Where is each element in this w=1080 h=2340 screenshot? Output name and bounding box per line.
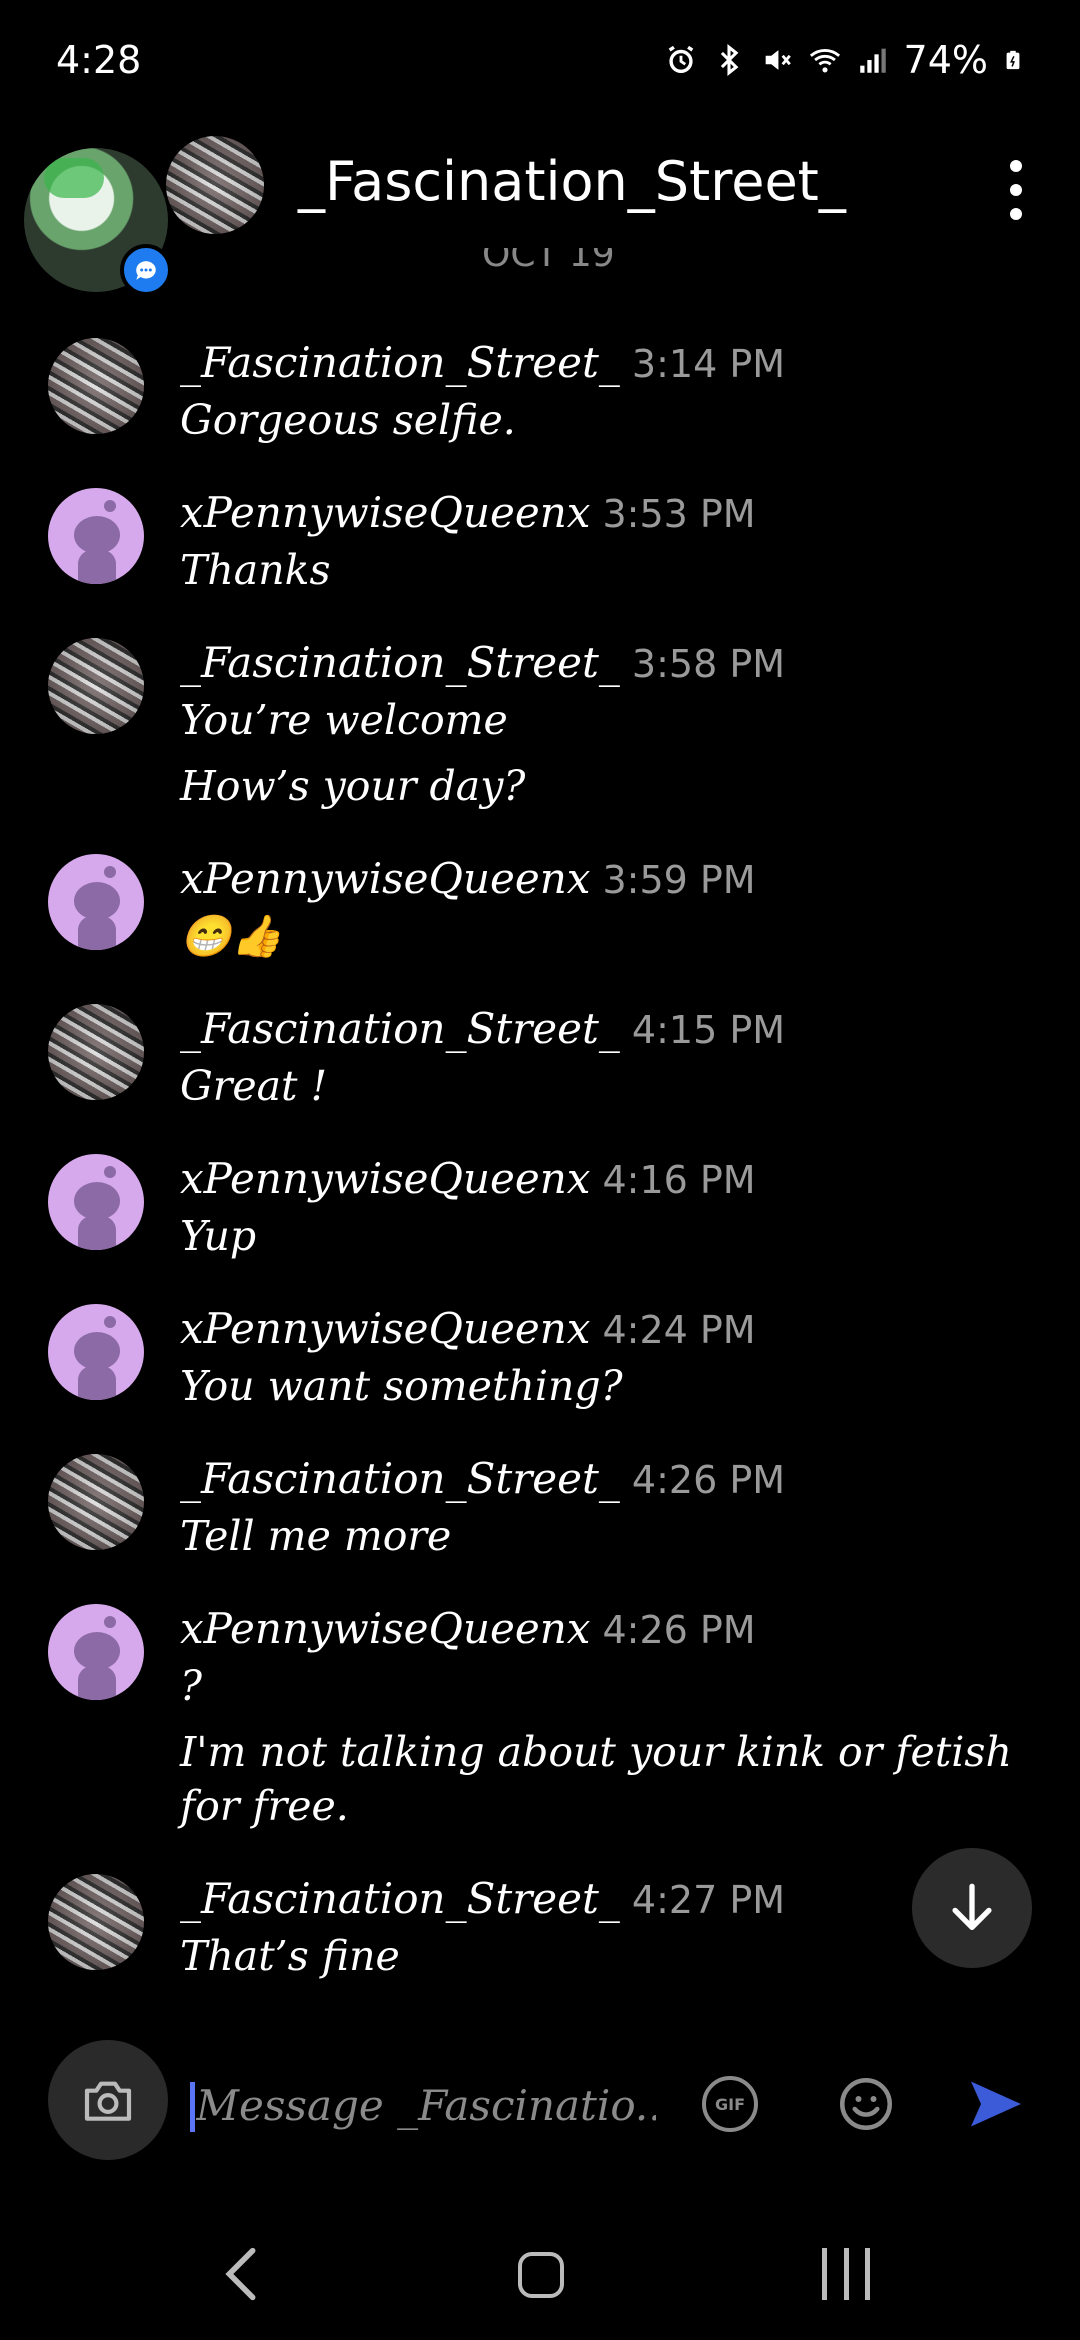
avatar[interactable]	[48, 1874, 144, 1970]
message-time: 3:59 PM	[602, 858, 756, 902]
message-username[interactable]: _Fascination_Street_	[180, 1004, 620, 1053]
status-icons: 74%	[664, 38, 1024, 82]
message-text: Yup	[180, 1212, 257, 1260]
avatar[interactable]	[48, 1604, 144, 1700]
message-input[interactable]	[196, 2070, 656, 2140]
gif-button[interactable]: GIF	[702, 2076, 758, 2132]
arrow-down-icon	[952, 1883, 992, 1930]
camera-button[interactable]	[48, 2040, 168, 2160]
alarm-icon	[668, 45, 693, 74]
scroll-to-bottom-button[interactable]	[912, 1848, 1032, 1968]
battery-icon	[1006, 50, 1020, 70]
avatar[interactable]	[48, 1154, 144, 1250]
message-time: 4:24 PM	[602, 1308, 756, 1352]
message-username[interactable]: xPennywiseQueenx	[180, 1604, 590, 1653]
message-username[interactable]: xPennywiseQueenx	[180, 1154, 590, 1203]
message-username[interactable]: _Fascination_Street_	[180, 1874, 620, 1923]
avatar[interactable]	[48, 854, 144, 950]
message-username[interactable]: xPennywiseQueenx	[180, 488, 590, 537]
message-time: 4:26 PM	[631, 1458, 786, 1502]
message-text: I'm not talking about your kink or fetis…	[180, 1728, 1012, 1776]
system-nav-bar	[0, 2220, 1080, 2340]
message-list[interactable]: _Fascination_Street_ 3:14 PM Gorgeous sel…	[0, 320, 1080, 1980]
camera-icon	[84, 2081, 132, 2121]
avatar[interactable]	[48, 338, 144, 434]
contact-avatar[interactable]	[166, 136, 264, 234]
message-username[interactable]: _Fascination_Street_	[180, 338, 620, 387]
chat-title[interactable]: _Fascination_Street_	[298, 150, 846, 213]
avatar[interactable]	[48, 488, 144, 584]
recent-apps-button[interactable]	[822, 2248, 870, 2300]
message-username[interactable]: _Fascination_Street_	[180, 638, 620, 687]
message-text: 😁👍	[180, 912, 283, 960]
avatar[interactable]	[48, 638, 144, 734]
message-time: 3:53 PM	[602, 492, 756, 536]
message-time: 4:15 PM	[631, 1008, 786, 1052]
message-username[interactable]: xPennywiseQueenx	[180, 1304, 590, 1353]
message-username[interactable]: xPennywiseQueenx	[180, 854, 590, 903]
date-divider: OCT 19	[482, 248, 615, 275]
message-text: You’re welcome	[180, 696, 508, 744]
message-text: That’s fine	[180, 1932, 400, 1980]
message-time: 4:26 PM	[602, 1608, 756, 1652]
message-text: Gorgeous selfie.	[180, 396, 516, 444]
status-bar: 4:28 74%	[0, 0, 1080, 120]
message-composer: GIF	[0, 2030, 1080, 2170]
wifi-icon	[809, 49, 840, 73]
message-time: 4:27 PM	[631, 1878, 786, 1922]
message-username[interactable]: _Fascination_Street_	[180, 1454, 620, 1503]
text-cursor	[190, 2082, 195, 2132]
chat-badge-icon	[120, 244, 172, 296]
message-text: Thanks	[180, 546, 331, 594]
mute-icon	[765, 50, 791, 70]
avatar[interactable]	[48, 1454, 144, 1550]
message-text: How’s your day?	[180, 762, 526, 810]
emoji-icon[interactable]	[836, 2074, 896, 2134]
home-button[interactable]	[518, 2252, 564, 2298]
message-time: 3:58 PM	[631, 642, 786, 686]
message-text: Tell me more	[180, 1512, 452, 1560]
message-text: You want something?	[180, 1362, 623, 1410]
message-text: ?	[180, 1662, 202, 1710]
signal-icon	[859, 48, 886, 73]
avatar[interactable]	[48, 1304, 144, 1400]
message-text: Great !	[180, 1062, 328, 1110]
avatar[interactable]	[48, 1004, 144, 1100]
more-options-button[interactable]	[1002, 160, 1030, 220]
status-time: 4:28	[56, 38, 142, 82]
message-time: 3:14 PM	[631, 342, 786, 386]
send-icon[interactable]	[964, 2074, 1028, 2134]
message-time: 4:16 PM	[602, 1158, 756, 1202]
back-icon[interactable]	[216, 2246, 266, 2302]
battery-percent: 74%	[903, 38, 988, 82]
bluetooth-icon	[720, 44, 738, 76]
message-text: for free.	[180, 1782, 349, 1830]
